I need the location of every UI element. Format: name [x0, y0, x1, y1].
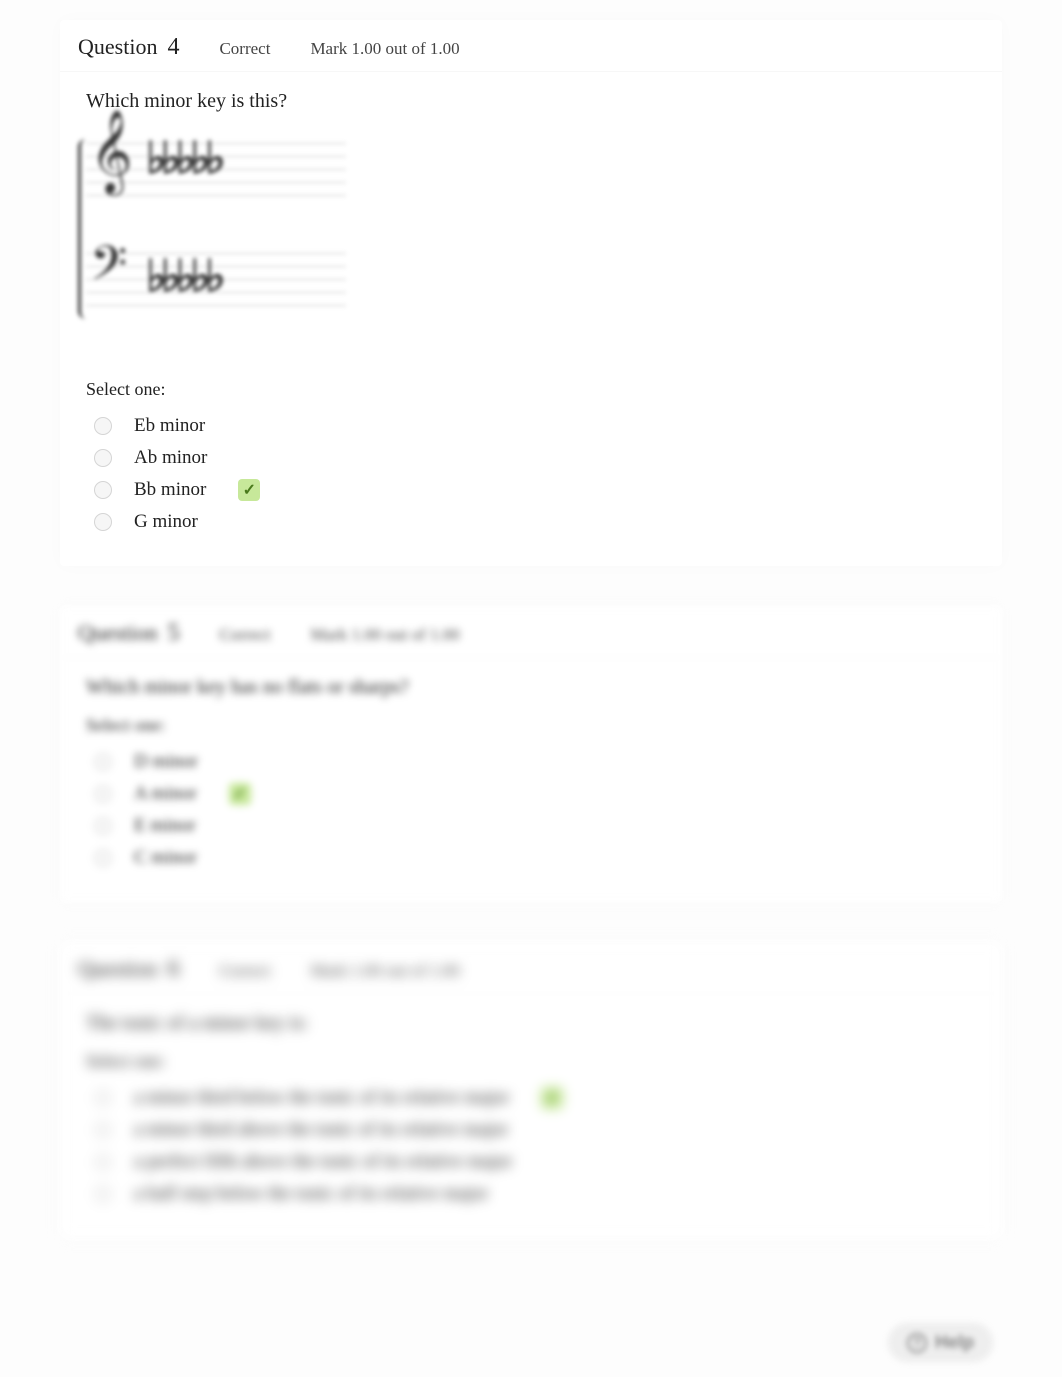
question-status: Correct: [219, 961, 270, 981]
option-text: Bb minor: [134, 479, 206, 501]
radio-button[interactable]: [94, 513, 112, 531]
question-block: Question 4 Correct Mark 1.00 out of 1.00…: [60, 20, 1002, 566]
answer-option[interactable]: Ab minor: [86, 442, 976, 474]
question-header: Question 6 Correct Mark 1.00 out of 1.00: [60, 942, 1002, 994]
answer-option[interactable]: D minor: [86, 746, 976, 778]
question-mark: Mark 1.00 out of 1.00: [310, 961, 459, 981]
question-status: Correct: [219, 625, 270, 645]
option-text: a minor third above the tonic of its rel…: [134, 1119, 508, 1141]
question-block: Question 6 Correct Mark 1.00 out of 1.00…: [60, 942, 1002, 1238]
option-text: A minor: [134, 783, 197, 805]
radio-button[interactable]: [94, 785, 112, 803]
question-body: Which minor key has no flats or sharps? S…: [60, 658, 1002, 902]
answer-option[interactable]: Bb minor ✓: [86, 474, 976, 506]
radio-button[interactable]: [94, 1121, 112, 1139]
treble-clef-icon: 𝄞: [90, 115, 133, 187]
question-body: The tonic of a minor key is: Select one: a…: [60, 994, 1002, 1238]
select-one-label: Select one:: [86, 1051, 976, 1072]
radio-button[interactable]: [94, 481, 112, 499]
question-number: 6: [167, 956, 179, 983]
answer-option[interactable]: a half step below the tonic of its relat…: [86, 1178, 976, 1210]
option-text: a minor third below the tonic of its rel…: [134, 1087, 509, 1109]
question-label: Question: [78, 34, 157, 60]
question-number: 5: [167, 620, 179, 647]
question-mark: Mark 1.00 out of 1.00: [310, 39, 459, 59]
question-mark: Mark 1.00 out of 1.00: [310, 625, 459, 645]
answer-option[interactable]: E minor: [86, 810, 976, 842]
option-text: a half step below the tonic of its relat…: [134, 1183, 488, 1205]
correct-tick-icon: ✓: [229, 783, 251, 805]
question-text: Which minor key has no flats or sharps?: [86, 676, 976, 699]
question-header: Question 4 Correct Mark 1.00 out of 1.00: [60, 20, 1002, 72]
answer-option[interactable]: a perfect fifth above the tonic of its r…: [86, 1146, 976, 1178]
select-one-label: Select one:: [86, 379, 976, 400]
radio-button[interactable]: [94, 753, 112, 771]
question-block: Question 5 Correct Mark 1.00 out of 1.00…: [60, 606, 1002, 902]
music-notation-image: 𝄞 ♭♭♭♭♭ 𝄢 ♭♭♭♭♭: [86, 129, 346, 349]
radio-button[interactable]: [94, 417, 112, 435]
answer-option[interactable]: Eb minor: [86, 410, 976, 442]
answer-option[interactable]: C minor: [86, 842, 976, 874]
option-text: D minor: [134, 751, 198, 773]
help-button[interactable]: ? Help: [889, 1324, 992, 1361]
question-text: Which minor key is this?: [86, 90, 976, 113]
key-signature-flats: ♭♭♭♭♭: [146, 133, 220, 184]
radio-button[interactable]: [94, 449, 112, 467]
question-number: 4: [167, 34, 179, 61]
answer-option[interactable]: a minor third below the tonic of its rel…: [86, 1082, 976, 1114]
option-text: E minor: [134, 815, 196, 837]
answer-option[interactable]: a minor third above the tonic of its rel…: [86, 1114, 976, 1146]
correct-tick-icon: ✓: [541, 1087, 563, 1109]
key-signature-flats: ♭♭♭♭♭: [146, 251, 220, 302]
option-text: a perfect fifth above the tonic of its r…: [134, 1151, 512, 1173]
question-body: Which minor key is this? 𝄞 ♭♭♭♭♭ 𝄢 ♭♭♭♭♭…: [60, 72, 1002, 566]
question-label: Question: [78, 956, 157, 982]
question-header: Question 5 Correct Mark 1.00 out of 1.00: [60, 606, 1002, 658]
option-text: Eb minor: [134, 415, 205, 437]
question-text: The tonic of a minor key is:: [86, 1012, 976, 1035]
option-text: C minor: [134, 847, 197, 869]
answer-option[interactable]: A minor ✓: [86, 778, 976, 810]
help-label: Help: [935, 1332, 974, 1353]
select-one-label: Select one:: [86, 715, 976, 736]
radio-button[interactable]: [94, 1185, 112, 1203]
option-text: G minor: [134, 511, 198, 533]
help-icon: ?: [907, 1333, 927, 1353]
option-text: Ab minor: [134, 447, 207, 469]
radio-button[interactable]: [94, 1153, 112, 1171]
radio-button[interactable]: [94, 817, 112, 835]
correct-tick-icon: ✓: [238, 479, 260, 501]
bass-clef-icon: 𝄢: [90, 241, 127, 299]
question-label: Question: [78, 620, 157, 646]
radio-button[interactable]: [94, 849, 112, 867]
answer-option[interactable]: G minor: [86, 506, 976, 538]
question-status: Correct: [219, 39, 270, 59]
radio-button[interactable]: [94, 1089, 112, 1107]
